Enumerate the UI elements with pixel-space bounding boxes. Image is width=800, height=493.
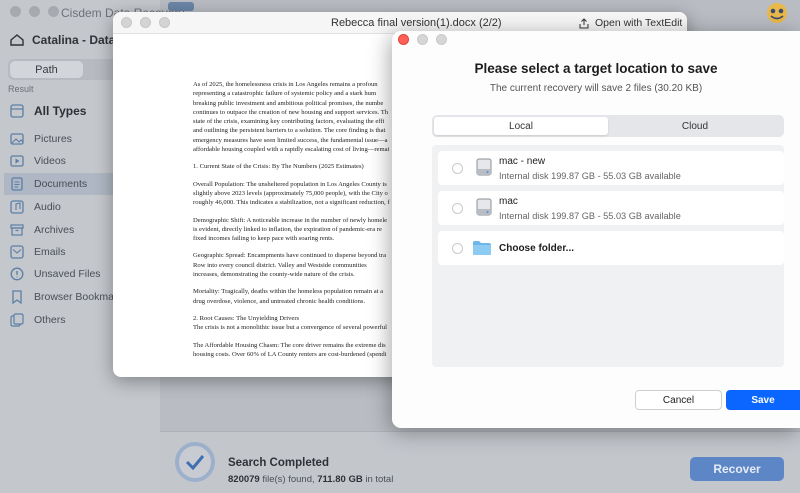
folder-icon <box>473 241 491 255</box>
location-radio[interactable] <box>452 203 463 214</box>
tab-cloud[interactable]: Cloud <box>608 117 782 135</box>
share-icon <box>579 17 589 28</box>
location-radio[interactable] <box>452 243 463 254</box>
files-found-suffix: file(s) found, <box>259 474 318 485</box>
preview-minimize-button[interactable] <box>140 17 151 28</box>
sidebar-item-label: Documents <box>34 178 88 190</box>
save-button[interactable]: Save <box>726 390 800 410</box>
checkmark-icon <box>185 455 205 470</box>
picture-icon <box>10 132 24 146</box>
sidebar-item-label: Others <box>34 314 66 326</box>
dialog-minimize-button[interactable] <box>417 34 428 45</box>
disk-icon <box>476 198 492 216</box>
result-label: Result <box>8 84 34 94</box>
unsaved-file-icon <box>10 267 24 281</box>
dialog-window-controls <box>398 34 447 45</box>
sidebar-item-label: Pictures <box>34 133 72 145</box>
location-info: Internal disk 199.87 GB - 55.03 GB avail… <box>499 211 681 221</box>
location-tabs: Local Cloud <box>432 115 784 137</box>
sidebar-item-label: Emails <box>34 246 66 258</box>
video-icon <box>10 154 24 168</box>
dialog-close-button[interactable] <box>398 34 409 45</box>
location-name: mac <box>499 196 518 207</box>
account-avatar-icon[interactable] <box>764 2 790 24</box>
bookmark-icon <box>10 290 24 304</box>
status-summary: 820079 file(s) found, 711.80 GB in total <box>228 474 393 485</box>
preview-zoom-button[interactable] <box>159 17 170 28</box>
search-complete-indicator <box>175 442 215 482</box>
location-name: Choose folder... <box>499 243 575 254</box>
drive-name: Catalina - Data <box>32 33 116 47</box>
dialog-title: Please select a target location to save <box>474 61 718 76</box>
open-with-textedit-button[interactable]: Open with TextEdit <box>579 17 682 29</box>
preview-close-button[interactable] <box>121 17 132 28</box>
dialog-zoom-button[interactable] <box>436 34 447 45</box>
segment-path[interactable]: Path <box>10 61 83 78</box>
archive-icon <box>10 223 24 237</box>
total-size: 711.80 GB <box>317 474 363 485</box>
email-icon <box>10 245 24 259</box>
audio-icon <box>10 200 24 214</box>
sidebar-item-label: Unsaved Files <box>34 268 101 280</box>
preview-window-controls <box>121 17 170 28</box>
app-window-controls <box>10 6 59 17</box>
files-found-count: 820079 <box>228 474 260 485</box>
save-location-dialog: Please select a target location to save … <box>392 31 800 428</box>
zoom-button[interactable] <box>48 6 59 17</box>
document-icon <box>10 177 24 191</box>
others-icon <box>10 313 24 327</box>
close-button[interactable] <box>10 6 21 17</box>
location-info: Internal disk 199.87 GB - 55.03 GB avail… <box>499 171 681 181</box>
location-radio[interactable] <box>452 163 463 174</box>
disk-icon <box>476 158 492 176</box>
sidebar-item-label: Audio <box>34 201 61 213</box>
preview-title: Rebecca final version(1).docx (2/2) <box>331 17 502 29</box>
location-name: mac - new <box>499 156 546 167</box>
recover-button[interactable]: Recover <box>690 457 784 481</box>
open-with-label: Open with TextEdit <box>595 17 683 29</box>
sidebar-item-label: All Types <box>34 104 87 118</box>
all-types-icon <box>10 104 24 118</box>
sidebar-item-label: Videos <box>34 155 66 167</box>
minimize-button[interactable] <box>29 6 40 17</box>
location-option-choose-folder[interactable]: Choose folder... <box>438 231 784 265</box>
location-option-mac[interactable]: mac Internal disk 199.87 GB - 55.03 GB a… <box>438 191 784 225</box>
sidebar-item-label: Archives <box>34 224 75 236</box>
tab-local[interactable]: Local <box>434 117 608 135</box>
status-title: Search Completed <box>228 457 329 469</box>
pro-badge <box>168 2 194 11</box>
home-drive-icon <box>10 34 24 46</box>
location-option-mac-new[interactable]: mac - new Internal disk 199.87 GB - 55.0… <box>438 151 784 185</box>
dialog-subtitle: The current recovery will save 2 files (… <box>489 83 703 94</box>
total-size-suffix: in total <box>362 474 394 485</box>
location-list: mac - new Internal disk 199.87 GB - 55.0… <box>432 145 784 367</box>
cancel-button[interactable]: Cancel <box>635 390 722 410</box>
